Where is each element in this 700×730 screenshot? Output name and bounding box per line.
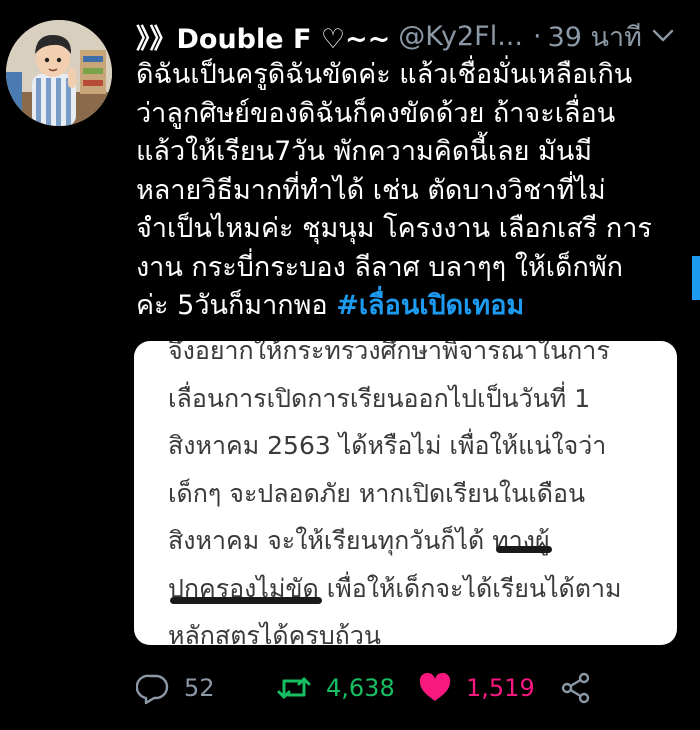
tweet-text-line: จำเป็นไหมค่ะ ชุมนุม โครงงาน เลือกเสรี กา… [136,213,652,244]
retweet-count: 4,638 [326,674,395,702]
tweet-text-segment: ค่ะ 5วันก็มากพอ [136,290,337,321]
tweet-text: ดิฉันเป็นครูดิฉันขัดค่ะ แล้วเชื่อมั่นเหล… [136,56,684,326]
tweet-text-line: ดิฉันเป็นครูดิฉันขัดค่ะ แล้วเชื่อมั่นเหล… [136,59,633,90]
scroll-indicator [692,256,700,300]
tweet-text-line: ว่าลูกศิษย์ของดิฉันก็คงขัดด้วย ถ้าจะเลื่… [136,97,616,129]
retweet-button[interactable]: 4,638 [276,668,395,708]
image-text-line: เด็กๆ จะปลอดภัย หากเปิดเรียนในเดือน [168,478,586,508]
tweet-text-line: หลายวิธีมากที่ทำได้ เช่น ตัดบางวิชาที่ไม… [136,174,606,206]
reply-icon [136,671,170,705]
chevron-down-icon[interactable] [650,24,676,48]
like-button[interactable]: 1,519 [418,668,535,708]
reply-count: 52 [184,674,215,702]
share-button[interactable] [560,668,592,708]
tweet-text-line: แล้วให้เรียน7วัน พักความคิดนี้เลย มันมี [136,136,593,167]
reply-button[interactable]: 52 [136,668,215,708]
share-icon [560,671,592,705]
hashtag-link[interactable]: #เลื่อนเปิดเทอม [336,290,524,321]
user-handle[interactable]: @Ky2Fl... [398,21,523,52]
underline-mark [170,597,322,604]
tweet-actions: 52 4,638 1,519 [136,668,656,708]
avatar-image [6,20,112,126]
image-text-line: สิงหาคม จะให้เรียนทุกวันก็ได้ ทางผู้ [168,526,550,555]
display-name[interactable]: 》》Double F ♡~~ [136,17,390,56]
tweet-timestamp[interactable]: 39 นาที [548,15,642,58]
image-text-line: เลื่อนการเปิดการเรียนออกไปเป็นวันที่ 1 [168,383,591,413]
heart-icon [418,671,452,705]
tweet-header: 》》Double F ♡~~ @Ky2Fl... · 39 นาที [136,16,676,56]
tweet-image[interactable]: จึงอยากให้กระทรวงศึกษาพิจารณาในการ เลื่อ… [134,341,677,645]
image-text-line: หลักสูตรได้ครบถ้วน [168,621,381,645]
retweet-icon [276,671,312,705]
image-text-line: จึงอยากให้กระทรวงศึกษาพิจารณาในการ [168,341,610,365]
avatar[interactable] [6,20,112,126]
tweet-text-last-line: ค่ะ 5วันก็มากพอ #เลื่อนเปิดเทอม [136,287,684,326]
like-count: 1,519 [466,674,535,702]
tweet-text-line: งาน กระบี่กระบอง ลีลาศ บลาๆๆ ให้เด็กพัก [136,251,623,283]
separator-dot: · [532,20,542,52]
image-text-line: สิงหาคม 2563 ได้หรือไม่ เพื่อให้แน่ใจว่า [168,431,607,460]
underline-mark [496,546,552,553]
image-text-line: ปกครองไม่ขัด เพื่อให้เด็กจะได้เรียนได้ตา… [168,573,622,603]
